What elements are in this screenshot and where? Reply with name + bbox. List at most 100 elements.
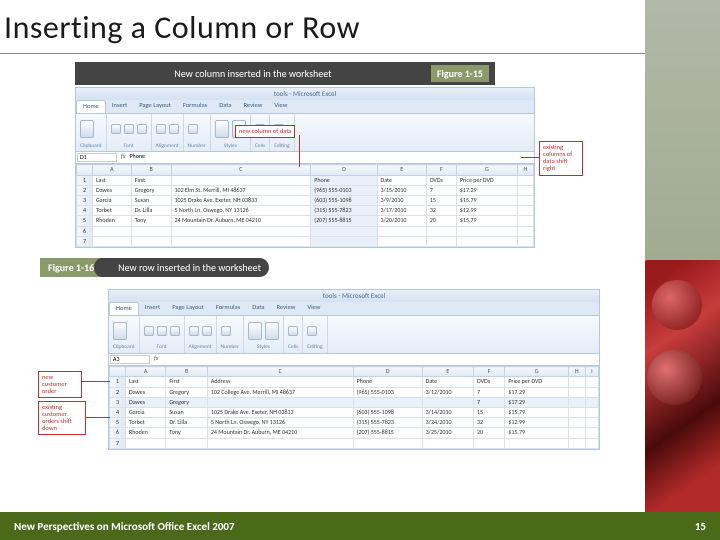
cell[interactable] [353, 438, 422, 448]
cell[interactable]: 3/9/2010 [377, 195, 426, 205]
cell[interactable] [422, 397, 473, 407]
cell[interactable] [377, 236, 426, 246]
cell[interactable]: Gregory [166, 397, 207, 407]
cell[interactable] [568, 387, 585, 397]
cell[interactable] [517, 175, 533, 185]
tab-data[interactable]: Data [246, 302, 270, 315]
styles-icon[interactable] [215, 120, 229, 138]
cell[interactable] [126, 438, 166, 448]
cell[interactable]: Last [93, 175, 132, 185]
cell[interactable]: 7 [426, 185, 456, 195]
cell[interactable]: Last [126, 377, 166, 387]
cell[interactable]: (207) 555-8815 [311, 216, 377, 226]
table-row[interactable]: 2DawesGregory102 Elm St. Merrill, MI 486… [77, 185, 534, 195]
column-header[interactable] [110, 367, 126, 377]
tab-home[interactable]: Home [109, 302, 139, 315]
cell[interactable]: (965) 555-0103 [353, 387, 422, 397]
column-header[interactable]: H [568, 367, 585, 377]
cell[interactable] [456, 226, 517, 236]
cell[interactable]: Dawes [126, 387, 166, 397]
tab-formulas[interactable]: Formulas [210, 302, 246, 315]
cells-icon[interactable] [288, 326, 298, 336]
cell[interactable]: Gregory [131, 185, 171, 195]
row-header[interactable]: 5 [110, 418, 126, 428]
edit-icon[interactable] [307, 326, 317, 336]
cell[interactable]: (603) 555-1098 [311, 195, 377, 205]
cell[interactable]: Tony [131, 216, 171, 226]
font-icon[interactable] [111, 124, 121, 134]
paste-icon[interactable] [113, 322, 127, 340]
cell[interactable]: 3/15/2010 [377, 185, 426, 195]
column-header[interactable]: B [131, 165, 171, 175]
table-row[interactable]: 4GarciaSusan1025 Drake Ave. Exeter, NH 0… [110, 408, 599, 418]
paste-icon[interactable] [80, 120, 94, 138]
column-header[interactable]: D [353, 367, 422, 377]
cell[interactable] [426, 236, 456, 246]
cell[interactable] [377, 226, 426, 236]
cell[interactable]: $17.29 [456, 185, 517, 195]
row-header[interactable]: 2 [110, 387, 126, 397]
cell[interactable]: DVDs [473, 377, 504, 387]
cell[interactable]: 24 Mountain Dr. Auburn, ME 04210 [171, 216, 311, 226]
cell[interactable] [517, 216, 533, 226]
row-header[interactable]: 1 [110, 377, 126, 387]
tab-view[interactable]: View [301, 302, 326, 315]
cell[interactable]: Garcia [126, 408, 166, 418]
tab-insert[interactable]: Insert [106, 100, 133, 113]
column-header[interactable]: A [93, 165, 132, 175]
worksheet-2[interactable]: ABCDEFGHI1LastFirstAddressPhoneDateDVDsP… [109, 366, 599, 449]
cell[interactable] [207, 438, 353, 448]
cell[interactable]: 3/12/2010 [422, 387, 473, 397]
cell[interactable]: Susan [166, 408, 207, 418]
table-row[interactable]: 1LastFirstAddressPhoneDateDVDsPrice per … [110, 377, 599, 387]
cell[interactable]: First [166, 377, 207, 387]
column-header[interactable] [77, 165, 93, 175]
cell[interactable] [171, 175, 311, 185]
cell[interactable]: 20 [473, 428, 504, 438]
cell[interactable] [171, 236, 311, 246]
tab-home[interactable]: Home [76, 100, 106, 113]
cell[interactable]: 5 North Ln. Oswego, NY 13126 [207, 418, 353, 428]
cell[interactable] [505, 438, 569, 448]
tab-view[interactable]: View [268, 100, 293, 113]
cell[interactable] [568, 408, 585, 418]
cell[interactable]: Dr. Lilla [166, 418, 207, 428]
cell[interactable]: $15.79 [456, 195, 517, 205]
row-header[interactable]: 7 [110, 438, 126, 448]
column-header[interactable]: C [171, 165, 311, 175]
cell[interactable]: Garcia [93, 195, 132, 205]
cell[interactable]: 24 Mountain Dr. Auburn, ME 04210 [207, 428, 353, 438]
column-header[interactable]: D [311, 165, 377, 175]
table-row[interactable]: 3DawesGregory7$17.29 [110, 397, 599, 407]
cell[interactable]: 1025 Drake Ave. Exeter, NH 03833 [207, 408, 353, 418]
cell[interactable] [473, 438, 504, 448]
cell[interactable]: First [131, 175, 171, 185]
cell[interactable]: Phone [311, 175, 377, 185]
align-icon[interactable] [169, 124, 179, 134]
cell[interactable]: $12.99 [456, 206, 517, 216]
cell[interactable]: Dr. Lilla [131, 206, 171, 216]
column-header[interactable]: G [456, 165, 517, 175]
cell[interactable] [311, 236, 377, 246]
font-icon[interactable] [157, 326, 167, 336]
cell[interactable]: $12.99 [505, 418, 569, 428]
cell[interactable]: (315) 555-7823 [311, 206, 377, 216]
cell[interactable] [456, 236, 517, 246]
cell[interactable]: 7 [473, 387, 504, 397]
cell[interactable] [585, 387, 598, 397]
tab-data[interactable]: Data [213, 100, 237, 113]
column-header[interactable]: I [585, 367, 598, 377]
align-icon[interactable] [202, 326, 212, 336]
tab-pagelayout[interactable]: Page Layout [166, 302, 210, 315]
font-icon[interactable] [137, 124, 147, 134]
cell[interactable]: $15.79 [505, 428, 569, 438]
cell[interactable]: 32 [426, 206, 456, 216]
row-header[interactable]: 2 [77, 185, 93, 195]
cell[interactable] [585, 408, 598, 418]
cell[interactable] [93, 236, 132, 246]
tab-formulas[interactable]: Formulas [177, 100, 213, 113]
cell[interactable]: 3/14/2010 [422, 408, 473, 418]
cell[interactable] [426, 226, 456, 236]
table-row[interactable]: 7 [110, 438, 599, 448]
cell[interactable]: Torbet [126, 418, 166, 428]
